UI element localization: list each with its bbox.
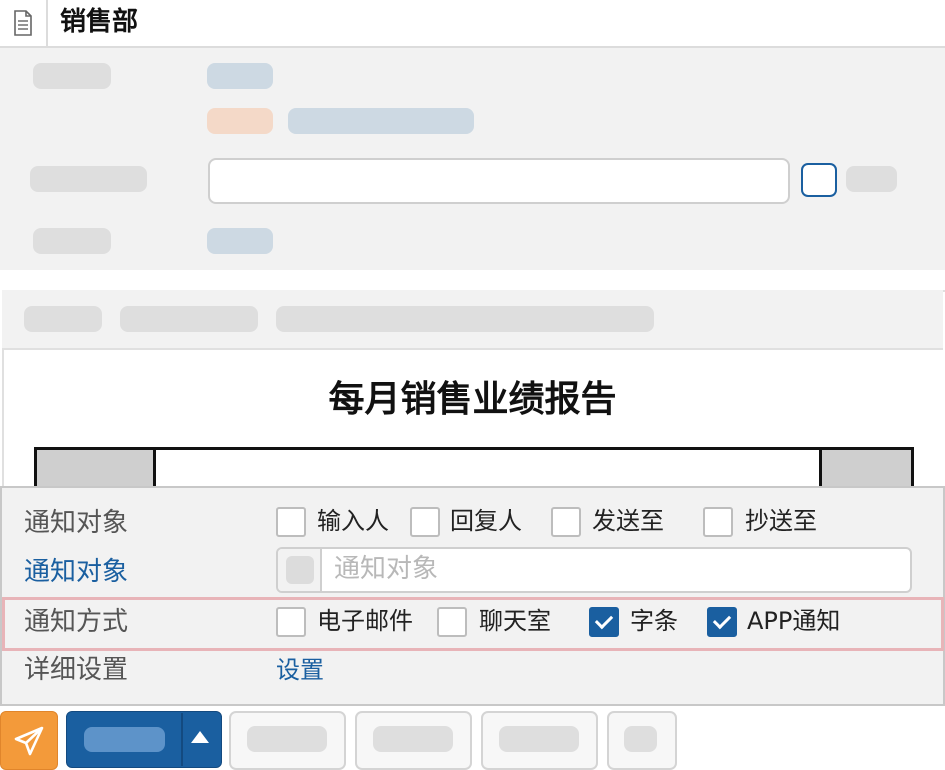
caret-up-icon[interactable] — [191, 731, 209, 743]
card-tab-placeholder[interactable] — [276, 306, 654, 332]
send-icon — [14, 726, 44, 755]
split-button-divider — [181, 713, 183, 766]
method-checkbox-email[interactable] — [276, 607, 306, 637]
settings-link[interactable]: 设置 — [276, 654, 324, 686]
send-button[interactable] — [0, 711, 58, 770]
field-label-placeholder — [33, 228, 111, 254]
toolbar-button-label-placeholder — [499, 726, 579, 752]
field-value-placeholder — [207, 63, 273, 89]
document-icon — [0, 0, 48, 46]
notify-method-label: 通知方式 — [24, 607, 129, 637]
target-option-label: 发送至 — [592, 507, 664, 535]
user-picker-icon — [286, 556, 314, 584]
target-checkbox-input-person[interactable] — [276, 507, 306, 537]
field-value-placeholder — [207, 228, 273, 254]
tag-placeholder — [207, 108, 273, 134]
target-checkbox-send-to[interactable] — [551, 507, 581, 537]
target-checkbox-replier[interactable] — [410, 507, 440, 537]
card-tab-placeholder[interactable] — [24, 306, 102, 332]
method-checkbox-chatroom[interactable] — [437, 607, 467, 637]
page-title: 销售部 — [60, 7, 139, 37]
toolbar-button-label-placeholder — [247, 726, 327, 752]
notify-target-picker-label[interactable]: 通知对象 — [24, 556, 128, 588]
card-tab-placeholder[interactable] — [120, 306, 258, 332]
notify-targets-label: 通知对象 — [24, 508, 129, 538]
field-label-placeholder — [30, 166, 147, 192]
method-option-label: 字条 — [630, 607, 678, 635]
detail-settings-label: 详细设置 — [24, 655, 129, 685]
primary-action-label-placeholder — [84, 727, 165, 752]
toolbar-button-label-placeholder — [373, 726, 453, 752]
method-option-label: 电子邮件 — [317, 607, 413, 635]
field-label-placeholder — [33, 63, 111, 89]
target-option-label: 回复人 — [450, 507, 522, 535]
table-header-cell — [819, 450, 911, 490]
notify-target-placeholder: 通知对象 — [334, 554, 439, 584]
target-checkbox-cc[interactable] — [703, 507, 733, 537]
header-bar — [0, 0, 945, 48]
target-option-label: 输入人 — [317, 507, 389, 535]
field-value-placeholder — [288, 108, 474, 134]
method-option-label: 聊天室 — [479, 607, 551, 635]
table-header-cell — [37, 450, 156, 490]
toolbar-button-label-placeholder — [624, 726, 657, 752]
checkbox-label-placeholder — [846, 166, 897, 192]
method-checkbox-app-notification[interactable] — [707, 607, 737, 637]
text-field[interactable] — [208, 158, 790, 204]
method-checkbox-note[interactable] — [589, 607, 619, 637]
target-option-label: 抄送至 — [745, 507, 817, 535]
option-checkbox[interactable] — [801, 163, 837, 197]
method-option-label: APP通知 — [747, 607, 841, 635]
report-title: 每月销售业绩报告 — [328, 379, 617, 420]
